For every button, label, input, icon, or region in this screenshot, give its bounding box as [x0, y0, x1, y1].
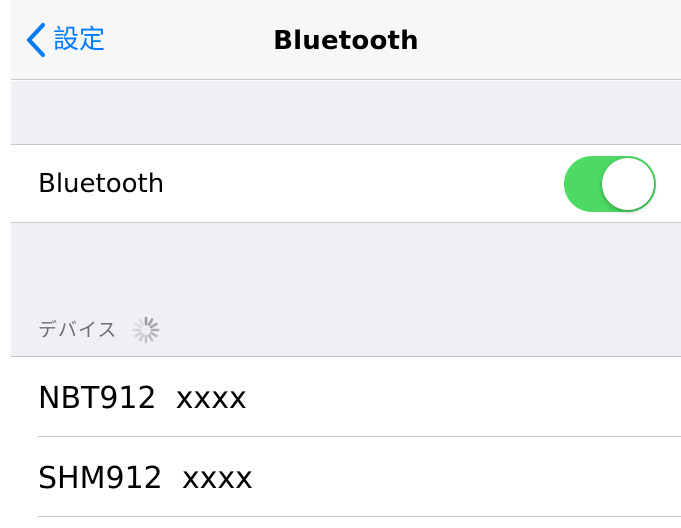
devices-section-header: デバイス: [38, 313, 163, 347]
bluetooth-toggle-row: Bluetooth: [11, 144, 681, 223]
device-row-1[interactable]: NBT912 xxxx: [11, 357, 681, 437]
navigation-bar: 設定 Bluetooth: [11, 0, 681, 80]
devices-section-title: デバイス: [38, 319, 118, 341]
activity-spinner-icon: [133, 316, 160, 344]
device-name: SHM912 xxxx: [38, 461, 253, 496]
device-row-2[interactable]: SHM912 xxxx: [11, 437, 681, 517]
page-title: Bluetooth: [273, 26, 419, 56]
bluetooth-toggle-switch[interactable]: [564, 156, 656, 212]
device-list: NBT912 xxxx SHM912 xxxx: [11, 356, 681, 517]
section-spacer: [11, 81, 681, 144]
bluetooth-toggle-label: Bluetooth: [38, 169, 165, 199]
device-name: NBT912 xxxx: [38, 381, 247, 416]
toggle-knob[interactable]: [602, 158, 654, 210]
bluetooth-settings-screen: 設定 Bluetooth Bluetooth デバイス NBT912 xxxx …: [0, 0, 681, 528]
